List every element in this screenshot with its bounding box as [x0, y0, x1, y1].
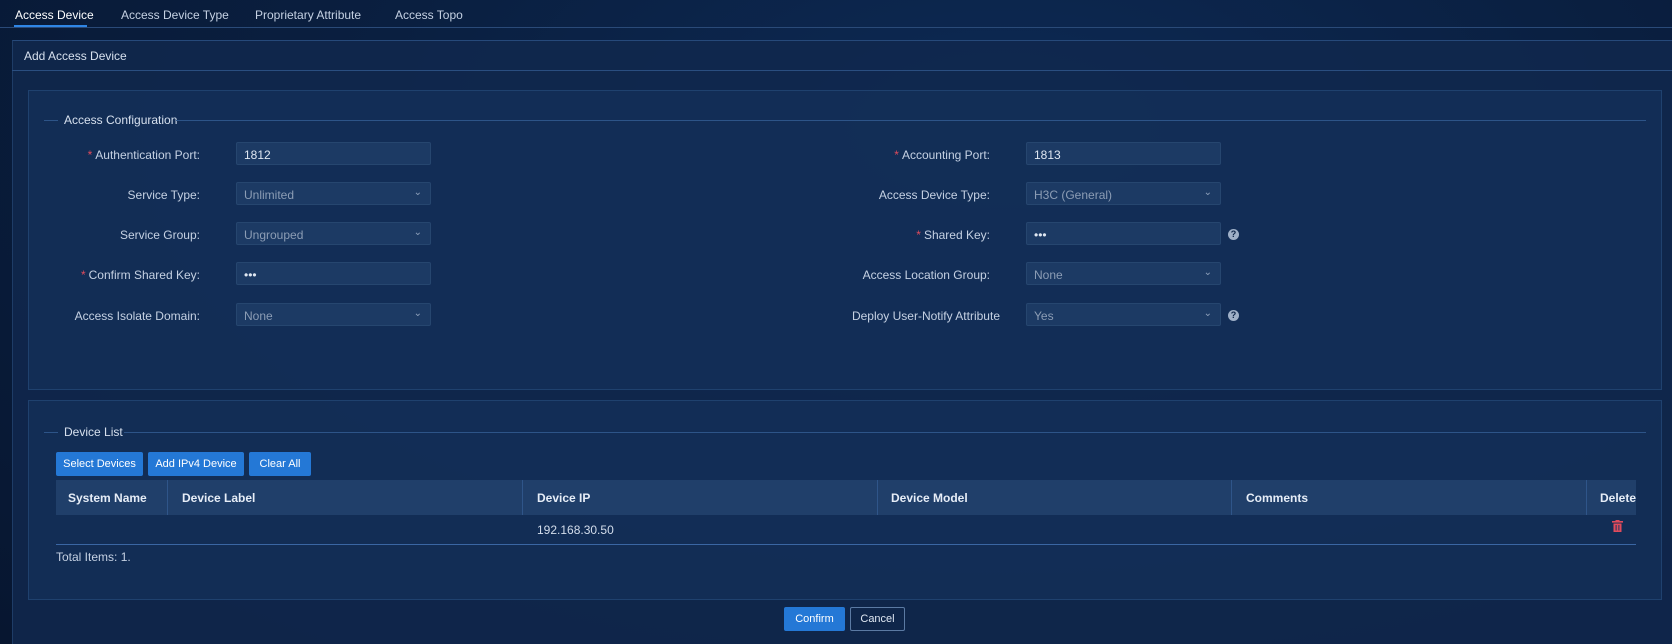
legend-line-right	[124, 432, 1646, 433]
panel-title: Add Access Device	[24, 49, 127, 63]
authentication-port-input[interactable]: 1812	[236, 142, 431, 165]
column-separator	[522, 480, 523, 515]
column-separator	[1231, 480, 1232, 515]
required-marker: *	[80, 268, 86, 282]
column-separator	[1586, 480, 1587, 515]
table-row	[56, 515, 1636, 545]
add-ipv4-device-button[interactable]: Add IPv4 Device	[148, 452, 244, 476]
column-header-comments[interactable]: Comments	[1246, 491, 1308, 505]
trash-icon[interactable]	[1612, 520, 1623, 532]
chevron-down-icon: ⌄	[1203, 308, 1212, 319]
total-items: Total Items: 1.	[56, 550, 131, 564]
select-devices-button[interactable]: Select Devices	[56, 452, 143, 476]
access-device-type-value: H3C (General)	[1034, 188, 1113, 202]
tab-proprietary-attribute[interactable]: Proprietary Attribute	[255, 8, 361, 22]
help-icon[interactable]: ?	[1228, 310, 1239, 321]
service-group-select[interactable]: Ungrouped ⌄	[236, 222, 431, 245]
accounting-port-input[interactable]: 1813	[1026, 142, 1221, 165]
chevron-down-icon: ⌄	[413, 308, 422, 319]
access-configuration-legend: Access Configuration	[64, 113, 178, 127]
device-table-header	[56, 480, 1636, 515]
legend-line-left	[44, 120, 58, 121]
service-group-value: Ungrouped	[244, 228, 304, 242]
top-tab-bar: Access Device Access Device Type Proprie…	[0, 0, 1672, 28]
chevron-down-icon: ⌄	[413, 227, 422, 238]
tab-access-topo[interactable]: Access Topo	[395, 8, 463, 22]
service-type-select[interactable]: Unlimited ⌄	[236, 182, 431, 205]
service-group-label: Service Group:	[119, 228, 200, 242]
service-type-label: Service Type:	[127, 188, 200, 202]
deploy-user-notify-attribute-label: Deploy User-Notify Attribute	[851, 309, 1000, 323]
panel-header	[12, 40, 1672, 71]
column-header-device-model[interactable]: Device Model	[891, 491, 968, 505]
clear-all-button[interactable]: Clear All	[249, 452, 311, 476]
column-header-delete: Delete	[1600, 491, 1636, 505]
legend-line-right	[176, 120, 1646, 121]
accounting-port-label: * Accounting Port:	[894, 148, 990, 162]
required-marker: *	[87, 148, 93, 162]
access-isolate-domain-label: Access Isolate Domain:	[74, 309, 200, 323]
device-list-legend: Device List	[64, 425, 123, 439]
access-location-group-value: None	[1034, 268, 1063, 282]
cancel-button[interactable]: Cancel	[850, 607, 905, 631]
column-separator	[877, 480, 878, 515]
shared-key-input[interactable]: •••	[1026, 222, 1221, 245]
confirm-shared-key-label: * Confirm Shared Key:	[80, 268, 200, 282]
access-location-group-select[interactable]: None ⌄	[1026, 262, 1221, 285]
active-tab-indicator	[14, 25, 87, 27]
required-marker: *	[916, 228, 921, 242]
confirm-shared-key-input[interactable]: •••	[236, 262, 431, 285]
access-isolate-domain-select[interactable]: None ⌄	[236, 303, 431, 326]
cell-device-ip: 192.168.30.50	[537, 523, 614, 537]
authentication-port-label: * Authentication Port:	[87, 148, 200, 162]
tab-access-device-type[interactable]: Access Device Type	[121, 8, 229, 22]
access-isolate-domain-value: None	[244, 309, 273, 323]
access-device-type-label: Access Device Type:	[878, 188, 990, 202]
service-type-value: Unlimited	[244, 188, 295, 202]
access-location-group-label: Access Location Group:	[862, 268, 990, 282]
column-header-system-name[interactable]: System Name	[68, 491, 147, 505]
chevron-down-icon: ⌄	[1203, 187, 1212, 198]
chevron-down-icon: ⌄	[1203, 267, 1212, 278]
tab-access-device[interactable]: Access Device	[15, 8, 94, 22]
shared-key-label: * Shared Key:	[916, 228, 990, 242]
access-device-type-select[interactable]: H3C (General) ⌄	[1026, 182, 1221, 205]
column-header-device-label[interactable]: Device Label	[182, 491, 255, 505]
chevron-down-icon: ⌄	[413, 187, 422, 198]
column-separator	[167, 480, 168, 515]
legend-line-left	[44, 432, 58, 433]
deploy-user-notify-attribute-value: Yes	[1034, 309, 1054, 323]
deploy-user-notify-attribute-select[interactable]: Yes ⌄	[1026, 303, 1221, 326]
help-icon[interactable]: ?	[1228, 229, 1239, 240]
confirm-button[interactable]: Confirm	[784, 607, 845, 631]
required-marker: *	[894, 148, 899, 162]
column-header-device-ip[interactable]: Device IP	[537, 491, 590, 505]
